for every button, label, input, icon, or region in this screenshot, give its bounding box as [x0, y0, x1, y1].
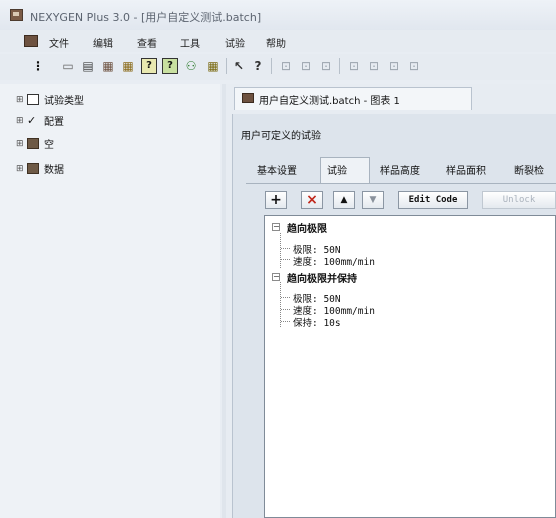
document-menu-icon[interactable] — [24, 35, 38, 47]
menu-help[interactable]: 帮助 — [266, 35, 286, 50]
print-icon[interactable]: ▤ — [80, 58, 96, 74]
menu-file[interactable]: 文件 — [49, 35, 69, 50]
app-window: NEXYGEN Plus 3.0 - [用户自定义测试.batch] 文件 编辑… — [0, 0, 556, 518]
drag-handle-icon[interactable]: ⋮ — [30, 58, 46, 74]
collapse-icon[interactable]: − — [272, 273, 280, 281]
open-folder-icon[interactable]: ▦ — [100, 58, 116, 74]
expand-icon[interactable]: ⊞ — [16, 116, 25, 126]
help-icon[interactable]: ? — [250, 58, 266, 74]
tab-basic-settings[interactable]: 基本设置 — [257, 162, 297, 177]
tree-item-data[interactable]: ⊞ 数据 — [16, 161, 64, 176]
disabled-tool-icon[interactable]: ⊡ — [406, 58, 422, 74]
collapse-icon[interactable]: − — [272, 223, 280, 231]
stage-name[interactable]: 趋向极限并保持 — [287, 270, 357, 285]
menu-tools[interactable]: 工具 — [180, 35, 200, 50]
tab-sample-area[interactable]: 样品面积 — [446, 162, 486, 177]
tree-connector — [281, 309, 290, 311]
document-tab-label: 用户自定义测试.batch - 图表 1 — [259, 96, 400, 107]
checkmark-icon: ✓ — [27, 114, 37, 127]
test-type-icon — [27, 94, 39, 105]
tab-sample-height[interactable]: 样品高度 — [380, 162, 420, 177]
stage-param[interactable]: 速度: 100mm/min — [293, 254, 375, 268]
tree-connector — [281, 297, 290, 299]
save-icon[interactable]: ▭ — [60, 58, 76, 74]
tree-item-test-type[interactable]: ⊞ 试验类型 — [16, 92, 84, 107]
panel-title: 用户可定义的试验 — [241, 131, 321, 142]
help-box-icon[interactable]: ? — [141, 58, 157, 74]
menu-test[interactable]: 试验 — [225, 35, 245, 50]
disabled-tool-icon[interactable]: ⊡ — [318, 58, 334, 74]
stage-param[interactable]: 保持: 10s — [293, 315, 341, 329]
tab-strip-line — [246, 183, 556, 184]
disabled-tool-icon[interactable]: ⊡ — [386, 58, 402, 74]
menu-edit[interactable]: 编辑 — [93, 35, 113, 50]
toolbar-separator — [226, 58, 227, 74]
tree-item-config[interactable]: ⊞ ✓ 配置 — [16, 113, 64, 128]
delete-button[interactable]: × — [301, 191, 323, 209]
tree-item-empty[interactable]: ⊞ 空 — [16, 136, 54, 151]
folder-icon — [27, 163, 39, 174]
tree-connector — [280, 233, 282, 268]
help-box-icon[interactable]: ? — [162, 58, 178, 74]
tree-item-label: 数据 — [44, 165, 64, 176]
disabled-tool-icon[interactable]: ⊡ — [298, 58, 314, 74]
toolbar-separator — [271, 58, 272, 74]
tree-connector — [281, 321, 290, 323]
unlock-button[interactable]: Unlock — [482, 191, 556, 209]
context-help-icon[interactable]: ↖ — [231, 58, 247, 74]
tab-break-detect[interactable]: 断裂检 — [514, 162, 544, 177]
edit-code-button[interactable]: Edit Code — [398, 191, 468, 209]
tree-item-label: 试验类型 — [44, 96, 84, 107]
share-icon[interactable]: ⚇ — [183, 58, 199, 74]
tree-connector — [281, 259, 290, 261]
menu-view[interactable]: 查看 — [137, 35, 157, 50]
move-down-button[interactable]: ▼ — [362, 191, 384, 209]
expand-icon[interactable]: ⊞ — [16, 95, 25, 105]
tree-item-label: 配置 — [44, 117, 64, 128]
add-button[interactable]: + — [265, 191, 287, 209]
tree-item-label: 空 — [44, 140, 54, 151]
stage-name[interactable]: 趋向极限 — [287, 220, 327, 235]
folder-icon — [27, 138, 39, 149]
expand-icon[interactable]: ⊞ — [16, 139, 25, 149]
open-folder-icon[interactable]: ▦ — [120, 58, 136, 74]
tree-connector — [281, 248, 290, 250]
disabled-tool-icon[interactable]: ⊡ — [346, 58, 362, 74]
disabled-tool-icon[interactable]: ⊡ — [366, 58, 382, 74]
app-icon — [10, 9, 23, 21]
grid-icon[interactable]: ▦ — [205, 58, 221, 74]
disabled-tool-icon[interactable]: ⊡ — [278, 58, 294, 74]
expand-icon[interactable]: ⊞ — [16, 164, 25, 174]
document-icon — [242, 93, 254, 103]
move-up-button[interactable]: ▲ — [333, 191, 355, 209]
tab-test[interactable]: 试验 — [327, 162, 347, 177]
toolbar-separator — [339, 58, 340, 74]
window-title: NEXYGEN Plus 3.0 - [用户自定义测试.batch] — [30, 11, 262, 24]
